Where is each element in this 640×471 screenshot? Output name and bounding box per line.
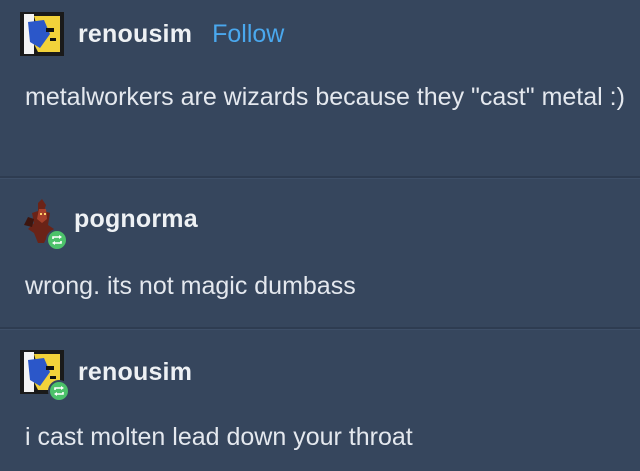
username[interactable]: pognorma: [74, 205, 198, 234]
post-text: i cast molten lead down your throat: [25, 423, 413, 451]
post-header: pognorma: [20, 199, 198, 251]
user-avatar[interactable]: [20, 12, 64, 56]
username[interactable]: renousim: [78, 20, 192, 49]
username[interactable]: renousim: [78, 358, 192, 387]
post-text: metalworkers are wizards because they "c…: [25, 83, 625, 111]
reblog-badge: [48, 380, 70, 402]
renousim-avatar-icon: [20, 12, 64, 56]
user-avatar[interactable]: [20, 350, 70, 402]
post-text: wrong. its not magic dumbass: [25, 272, 356, 300]
post-2: pognorma wrong. its not magic dumbass: [0, 179, 640, 327]
user-avatar[interactable]: [20, 199, 68, 251]
post-header: renousim: [20, 350, 192, 402]
post-3: renousim i cast molten lead down your th…: [0, 330, 640, 471]
follow-button[interactable]: Follow: [212, 20, 284, 49]
reblog-badge: [46, 229, 68, 251]
post-1: renousim Follow metalworkers are wizards…: [0, 0, 640, 176]
reblog-icon: [54, 386, 64, 396]
reblog-icon: [52, 235, 62, 245]
post-header: renousim Follow: [20, 12, 284, 56]
